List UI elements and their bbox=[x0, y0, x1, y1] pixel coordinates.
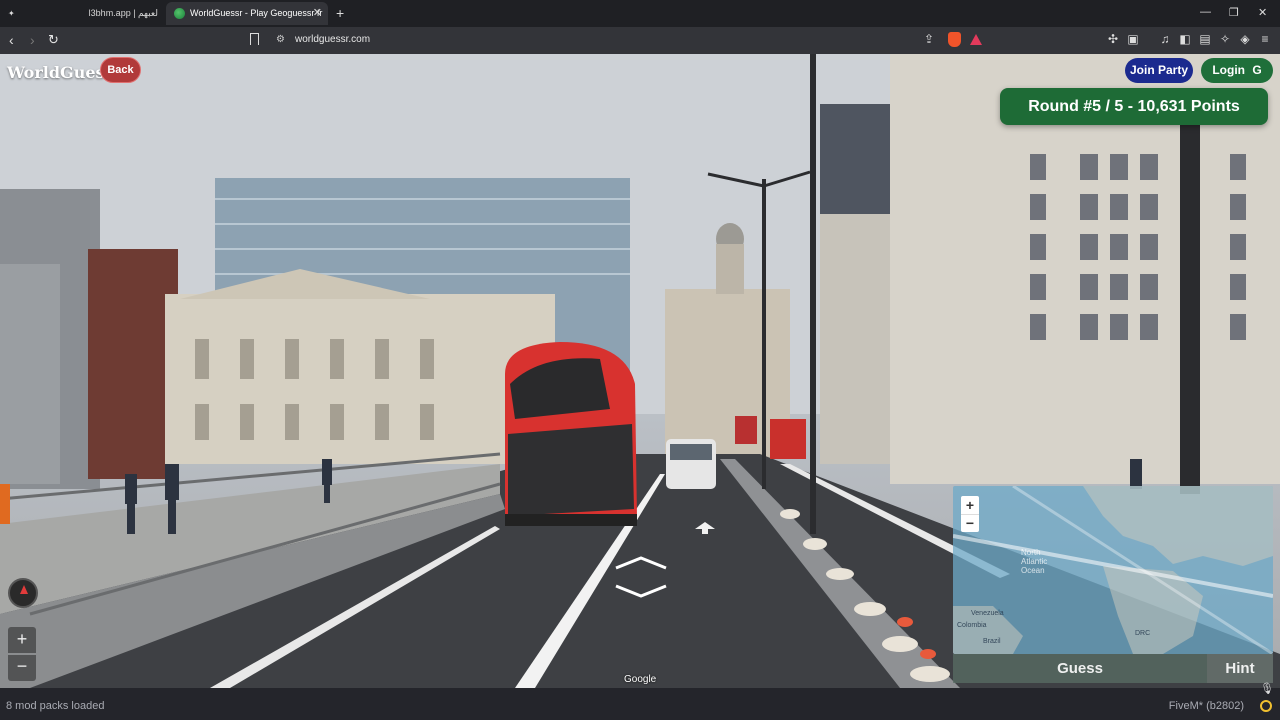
map-label-colombia: Colombia bbox=[957, 622, 987, 629]
tab-label: l3bhm.app | لعبهم bbox=[88, 8, 158, 18]
site-info-icon[interactable]: ⚙ bbox=[276, 34, 285, 45]
share-icon[interactable]: ⇪ bbox=[924, 32, 934, 46]
menu-icon[interactable]: ≡ bbox=[1259, 33, 1271, 45]
round-score-banner: Round #5 / 5 - 10,631 Points bbox=[1000, 88, 1268, 125]
zoom-out-button[interactable]: − bbox=[8, 655, 36, 681]
bookmark-icon[interactable] bbox=[250, 33, 259, 45]
hint-button[interactable]: Hint bbox=[1207, 654, 1273, 683]
reload-icon[interactable]: ↻ bbox=[48, 32, 59, 48]
app-logo-icon: ✦ bbox=[8, 9, 15, 18]
microphone-icon: 🎙 bbox=[1260, 683, 1274, 695]
tab-label: WorldGuessr - Play Geoguessr fr bbox=[190, 8, 323, 18]
vpn-icon[interactable]: ◈ bbox=[1239, 33, 1251, 45]
map-label-north-atlantic: North Atlantic Ocean bbox=[1021, 548, 1048, 575]
world-map-graphic bbox=[953, 486, 1273, 654]
address-bar[interactable]: worldguessr.com bbox=[295, 34, 370, 45]
map-zoom-in-button[interactable]: + bbox=[961, 496, 979, 514]
screenshot-icon[interactable]: ▣ bbox=[1127, 33, 1139, 45]
map-label-drc: DRC bbox=[1135, 630, 1151, 637]
browser-tab-bar: ✦ l3bhm.app | لعبهم WorldGuessr - Play G… bbox=[0, 0, 1280, 27]
move-backward-arrow-icon[interactable] bbox=[614, 584, 668, 598]
status-bar: 8 mod packs loaded FiveM* (b2802) 🎙 bbox=[0, 683, 1280, 720]
login-label: Login bbox=[1212, 63, 1245, 77]
guess-button[interactable]: Guess bbox=[953, 654, 1207, 683]
street-view-viewport[interactable]: WorldGuessr Back Join Party Login G Roun… bbox=[0, 54, 1280, 688]
fivem-build-label: FiveM* (b2802) bbox=[1168, 700, 1244, 712]
mod-packs-status: 8 mod packs loaded bbox=[6, 700, 105, 712]
move-forward-arrow-icon[interactable] bbox=[614, 556, 668, 570]
guess-minimap[interactable]: + − North Atlantic Ocean Venezuela Colom… bbox=[953, 486, 1273, 654]
browser-toolbar: ‹ › ↻ ⚙ worldguessr.com ⇪ ✣ ▣ ♫ ◧ ▤ ✧ ◈ … bbox=[0, 27, 1280, 54]
worldguessr-favicon-icon bbox=[174, 8, 185, 19]
close-tab-icon[interactable]: ✕ bbox=[313, 2, 322, 25]
tab-worldguessr[interactable]: WorldGuessr - Play Geoguessr fr ✕ bbox=[166, 2, 328, 25]
leo-ai-icon[interactable]: ✧ bbox=[1219, 33, 1231, 45]
forward-arrow-icon[interactable]: › bbox=[30, 32, 35, 48]
close-window-icon[interactable]: ✕ bbox=[1258, 6, 1267, 19]
map-label-brazil: Brazil bbox=[983, 638, 1001, 645]
tab-l3bhm[interactable]: l3bhm.app | لعبهم bbox=[34, 2, 164, 25]
map-zoom-out-button[interactable]: − bbox=[961, 514, 979, 532]
brave-shields-icon[interactable] bbox=[948, 32, 961, 47]
google-watermark: Google bbox=[624, 674, 657, 685]
brave-rewards-icon[interactable] bbox=[970, 34, 982, 45]
media-icon[interactable]: ♫ bbox=[1159, 33, 1171, 45]
google-g-icon: G bbox=[1252, 63, 1262, 77]
compass-icon[interactable] bbox=[8, 578, 38, 608]
extensions-icon[interactable]: ✣ bbox=[1107, 33, 1119, 45]
status-ring-icon bbox=[1260, 700, 1272, 712]
map-label-venezuela: Venezuela bbox=[971, 610, 1004, 617]
minimize-icon[interactable]: — bbox=[1200, 6, 1211, 18]
zoom-in-button[interactable]: + bbox=[8, 627, 36, 653]
back-arrow-icon[interactable]: ‹ bbox=[9, 32, 14, 48]
login-button[interactable]: Login G bbox=[1201, 58, 1273, 83]
restore-icon[interactable]: ❐ bbox=[1229, 6, 1239, 19]
new-tab-button[interactable]: + bbox=[336, 5, 344, 21]
sidebar-icon[interactable]: ◧ bbox=[1179, 33, 1191, 45]
join-party-button[interactable]: Join Party bbox=[1125, 58, 1193, 83]
back-button[interactable]: Back bbox=[100, 57, 141, 83]
wallet-icon[interactable]: ▤ bbox=[1199, 33, 1211, 45]
